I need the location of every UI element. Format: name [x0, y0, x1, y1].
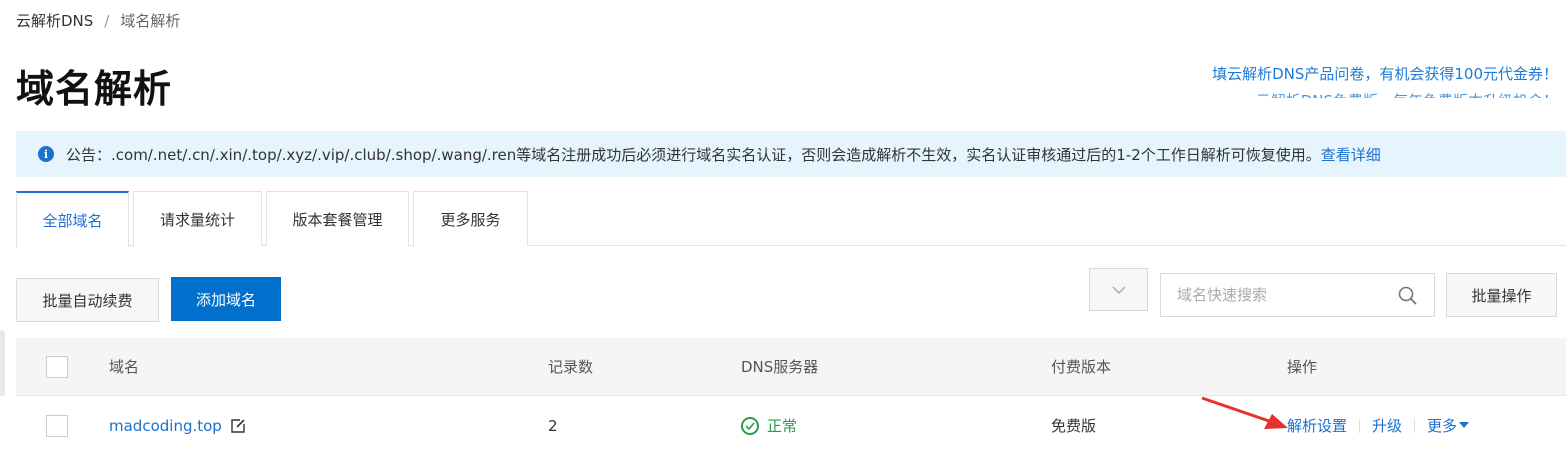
action-divider — [1414, 418, 1416, 433]
add-domain-button[interactable]: 添加域名 — [171, 277, 281, 321]
tab-plan-management[interactable]: 版本套餐管理 — [266, 191, 409, 246]
info-icon: i — [38, 146, 54, 162]
column-header-actions: 操作 — [1287, 358, 1318, 376]
tab-bar: 全部域名 请求量统计 版本套餐管理 更多服务 — [16, 191, 532, 247]
tab-label: 版本套餐管理 — [292, 210, 383, 229]
breadcrumb-current: 域名解析 — [120, 12, 181, 30]
actions-cell: 解析设置 升级 更多 — [1287, 397, 1470, 454]
action-divider — [1359, 418, 1361, 433]
breadcrumb-separator: / — [104, 11, 110, 30]
column-header-records: 记录数 — [548, 358, 594, 376]
table-header: 域名 记录数 DNS服务器 付费版本 操作 — [16, 338, 1566, 396]
domain-search-box[interactable] — [1160, 273, 1435, 317]
notice-banner: i 公告：.com/.net/.cn/.xin/.top/.xyz/.vip/.… — [16, 131, 1566, 177]
search-icon[interactable] — [1398, 286, 1418, 306]
tab-label: 全部域名 — [42, 211, 103, 230]
tab-all-domains[interactable]: 全部域名 — [16, 191, 129, 247]
breadcrumb-root[interactable]: 云解析DNS — [16, 10, 93, 31]
resolve-settings-link[interactable]: 解析设置 — [1287, 415, 1347, 436]
promo-line-2[interactable]: 云解析DNS免费版，每年免费版本升级机会！ — [1198, 90, 1558, 98]
domain-link[interactable]: madcoding.top — [109, 417, 222, 435]
dns-status-text: 正常 — [767, 417, 798, 435]
dns-status-cell: 正常 — [741, 397, 797, 454]
tab-label: 请求量统计 — [159, 210, 235, 229]
column-header-domain: 域名 — [109, 358, 140, 376]
notice-text: 公告：.com/.net/.cn/.xin/.top/.xyz/.vip/.cl… — [66, 145, 1321, 164]
side-scroll-handle[interactable] — [0, 330, 5, 396]
check-circle-icon — [741, 416, 759, 435]
row-checkbox[interactable] — [46, 414, 68, 437]
select-all-cell — [46, 338, 68, 395]
select-all-checkbox[interactable] — [46, 355, 68, 378]
more-actions-dropdown[interactable]: 更多 — [1427, 415, 1457, 436]
column-header-dns-server: DNS服务器 — [741, 358, 819, 376]
upgrade-link[interactable]: 升级 — [1372, 415, 1402, 436]
tab-more-services[interactable]: 更多服务 — [413, 191, 528, 246]
table-row: madcoding.top 2 正常 免费版 解析设置 升级 更多 — [16, 397, 1566, 454]
page-title: 域名解析 — [16, 67, 173, 111]
notice-detail-link[interactable]: 查看详细 — [1321, 144, 1381, 165]
batch-auto-renew-button[interactable]: 批量自动续费 — [16, 278, 159, 322]
tab-label: 更多服务 — [440, 210, 501, 229]
plan-cell: 免费版 — [1051, 417, 1097, 435]
column-header-plan: 付费版本 — [1051, 358, 1112, 376]
domain-search-input[interactable] — [1177, 286, 1397, 304]
promo-banner[interactable]: 填云解析DNS产品问卷，有机会获得100元代金券！ 云解析DNS免费版，每年免费… — [1198, 58, 1558, 98]
filter-dropdown[interactable] — [1089, 268, 1148, 311]
domain-cell: madcoding.top — [109, 397, 246, 454]
promo-line-1[interactable]: 填云解析DNS产品问卷，有机会获得100元代金券！ — [1198, 58, 1558, 90]
chevron-down-icon — [1112, 286, 1125, 294]
caret-down-icon[interactable] — [1459, 422, 1470, 429]
edit-icon[interactable] — [230, 418, 246, 434]
record-count: 2 — [548, 416, 558, 435]
row-select-cell — [46, 397, 68, 454]
tab-request-stats[interactable]: 请求量统计 — [133, 191, 262, 246]
breadcrumb: 云解析DNS / 域名解析 — [16, 10, 180, 31]
batch-operations-button[interactable]: 批量操作 — [1446, 273, 1557, 317]
